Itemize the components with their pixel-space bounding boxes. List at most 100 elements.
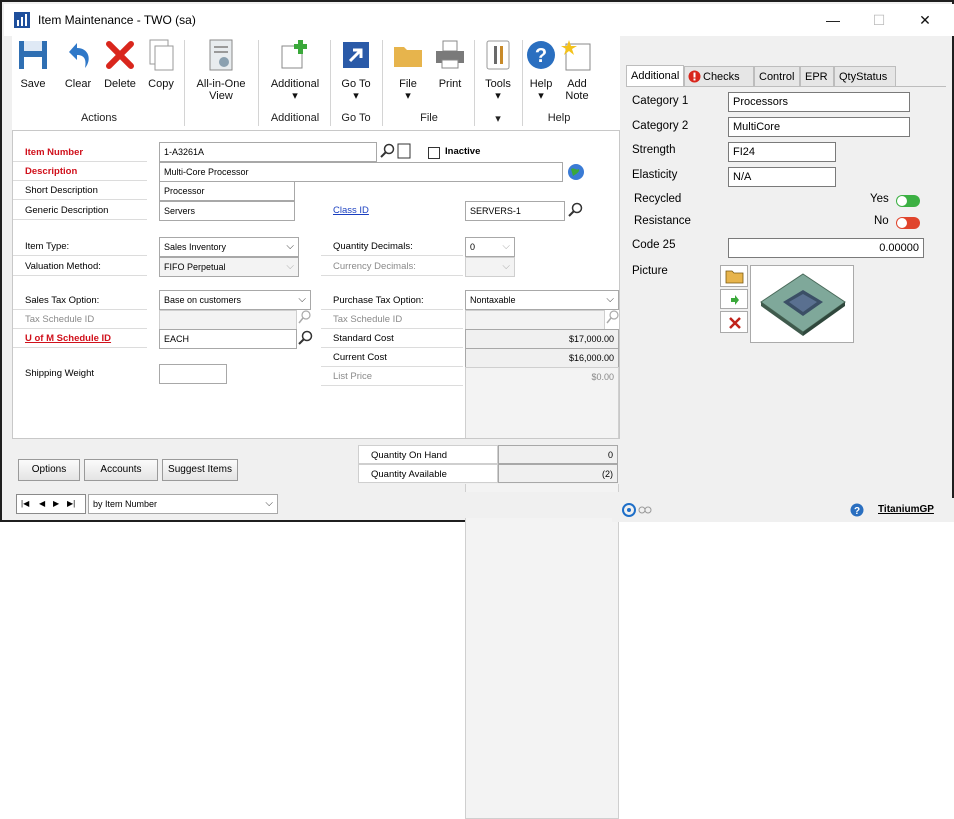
code25-label: Code 25 [632, 239, 676, 251]
chevron-down-icon: ⌵ [502, 261, 510, 272]
help-circle-icon[interactable]: ? [850, 503, 864, 517]
tab-epr[interactable]: EPR [800, 66, 834, 86]
recycled-toggle[interactable] [896, 195, 920, 207]
tab-additional[interactable]: Additional [626, 65, 684, 87]
brand-link[interactable]: TitaniumGP [878, 504, 934, 515]
additional-button[interactable]: Additional ▾ [264, 38, 326, 102]
minimize-button[interactable]: — [810, 4, 856, 36]
print-button[interactable]: Print [430, 38, 470, 90]
category1-label: Category 1 [632, 95, 689, 107]
strength-field[interactable]: FI24 [728, 142, 836, 162]
class-id-field[interactable]: SERVERS-1 [465, 201, 565, 221]
link-icon[interactable] [638, 504, 652, 516]
class-lookup-icon[interactable] [567, 202, 583, 218]
purchase-tax-option-select[interactable]: Nontaxable ⌵ [465, 290, 619, 310]
code25-field[interactable]: 0.00000 [728, 238, 924, 258]
list-price-label: List Price [321, 367, 463, 386]
processor-chip-image [760, 273, 846, 336]
list-price-field[interactable]: $0.00 [465, 367, 619, 819]
tab-checks[interactable]: Checks [684, 66, 754, 86]
paste-picture-button[interactable] [720, 289, 748, 309]
bottom-bar: Options Accounts Suggest Items Quantity … [12, 438, 620, 484]
quantity-decimals-label: Quantity Decimals: [321, 237, 463, 256]
first-record-button[interactable]: |◀ [21, 495, 29, 513]
recycled-label: Recycled [634, 193, 682, 205]
class-id-link[interactable]: Class ID [321, 201, 461, 220]
sales-tax-option-select[interactable]: Base on customers ⌵ [159, 290, 311, 310]
category2-label: Category 2 [632, 120, 689, 132]
item-type-select[interactable]: Sales Inventory ⌵ [159, 237, 299, 257]
ribbon-group-file: File [420, 112, 438, 124]
title-bar: Item Maintenance - TWO (sa) — ☐ ✕ [4, 4, 954, 36]
options-button[interactable]: Options [18, 459, 80, 481]
next-record-button[interactable]: ▶ [53, 495, 59, 513]
toggle-knob [897, 218, 907, 228]
chevron-down-icon: ⌵ [286, 261, 294, 272]
category1-field[interactable]: Processors [728, 92, 910, 112]
open-picture-button[interactable] [720, 265, 748, 287]
item-number-field[interactable]: 1-A3261A [159, 142, 377, 162]
arrow-right-icon [731, 295, 739, 305]
short-description-field[interactable]: Processor [159, 181, 295, 201]
tools-button[interactable]: Tools ▾ [478, 38, 518, 102]
quantity-on-hand-field: 0 [498, 445, 618, 464]
elasticity-label: Elasticity [632, 169, 678, 181]
settings-circle-icon[interactable] [622, 503, 636, 517]
valuation-method-select[interactable]: FIFO Perpetual ⌵ [159, 257, 299, 277]
record-navigation: |◀ ◀ ▶ ▶| by Item Number ⌵ [12, 492, 620, 518]
delete-button[interactable]: Delete [100, 38, 140, 90]
window-title: Item Maintenance - TWO (sa) [38, 13, 196, 27]
note-icon[interactable] [397, 143, 411, 159]
save-icon [19, 41, 47, 69]
last-record-button[interactable]: ▶| [67, 495, 75, 513]
sort-by-select[interactable]: by Item Number ⌵ [88, 494, 278, 514]
purchase-schedule-lookup-icon[interactable] [605, 310, 619, 326]
toggle-knob [897, 196, 907, 206]
shipping-weight-label: Shipping Weight [25, 368, 95, 379]
ribbon-group-help: Help [547, 112, 571, 124]
close-button[interactable]: ✕ [902, 4, 948, 36]
tab-control[interactable]: Control [754, 66, 800, 86]
clear-button[interactable]: Clear [58, 38, 98, 90]
suggest-items-button[interactable]: Suggest Items [162, 459, 238, 481]
ribbon-separator [184, 40, 185, 126]
add-note-button[interactable]: Add Note [560, 38, 594, 102]
resistance-toggle[interactable] [896, 217, 920, 229]
current-cost-label: Current Cost [321, 348, 463, 367]
uom-lookup-icon[interactable] [297, 330, 313, 346]
sales-tax-schedule-field[interactable] [159, 310, 297, 330]
help-button[interactable]: ? Help ▾ [524, 38, 558, 102]
generic-description-label: Generic Description [13, 201, 147, 220]
tab-qtystatus[interactable]: QtyStatus [834, 66, 896, 86]
chevron-down-icon: ⌵ [606, 294, 614, 305]
purchase-tax-schedule-field[interactable] [465, 310, 605, 330]
ribbon-group-goto: Go To [341, 112, 371, 124]
remove-picture-button[interactable] [720, 311, 748, 333]
save-button[interactable]: Save [16, 38, 50, 90]
description-field[interactable]: Multi-Core Processor [159, 162, 563, 182]
shipping-weight-field[interactable] [159, 364, 227, 384]
copy-button[interactable]: Copy [144, 38, 178, 90]
go-to-button[interactable]: Go To ▾ [336, 38, 376, 102]
tax-schedule-lookup-icon[interactable] [297, 310, 311, 326]
accounts-button[interactable]: Accounts [84, 459, 158, 481]
chevron-down-icon: ⌵ [265, 498, 273, 509]
inactive-checkbox[interactable] [428, 147, 440, 159]
ribbon-separator [522, 40, 523, 126]
elasticity-field[interactable]: N/A [728, 167, 836, 187]
currency-decimals-select[interactable]: ⌵ [465, 257, 515, 277]
lookup-icon[interactable] [379, 143, 395, 159]
prev-record-button[interactable]: ◀ [39, 495, 45, 513]
file-button[interactable]: File ▾ [388, 38, 428, 102]
delete-x-icon [106, 41, 134, 69]
quantity-decimals-select[interactable]: 0 ⌵ [465, 237, 515, 257]
generic-description-field[interactable]: Servers [159, 201, 295, 221]
valuation-method-label: Valuation Method: [13, 257, 147, 276]
uom-schedule-link[interactable]: U of M Schedule ID [13, 329, 147, 348]
globe-icon[interactable] [567, 163, 585, 181]
all-in-one-view-button[interactable]: All-in-One View [190, 38, 252, 102]
recycled-value: Yes [870, 193, 889, 205]
category2-field[interactable]: MultiCore [728, 117, 910, 137]
uom-schedule-field[interactable]: EACH [159, 329, 297, 349]
maximize-button[interactable]: ☐ [856, 4, 902, 36]
